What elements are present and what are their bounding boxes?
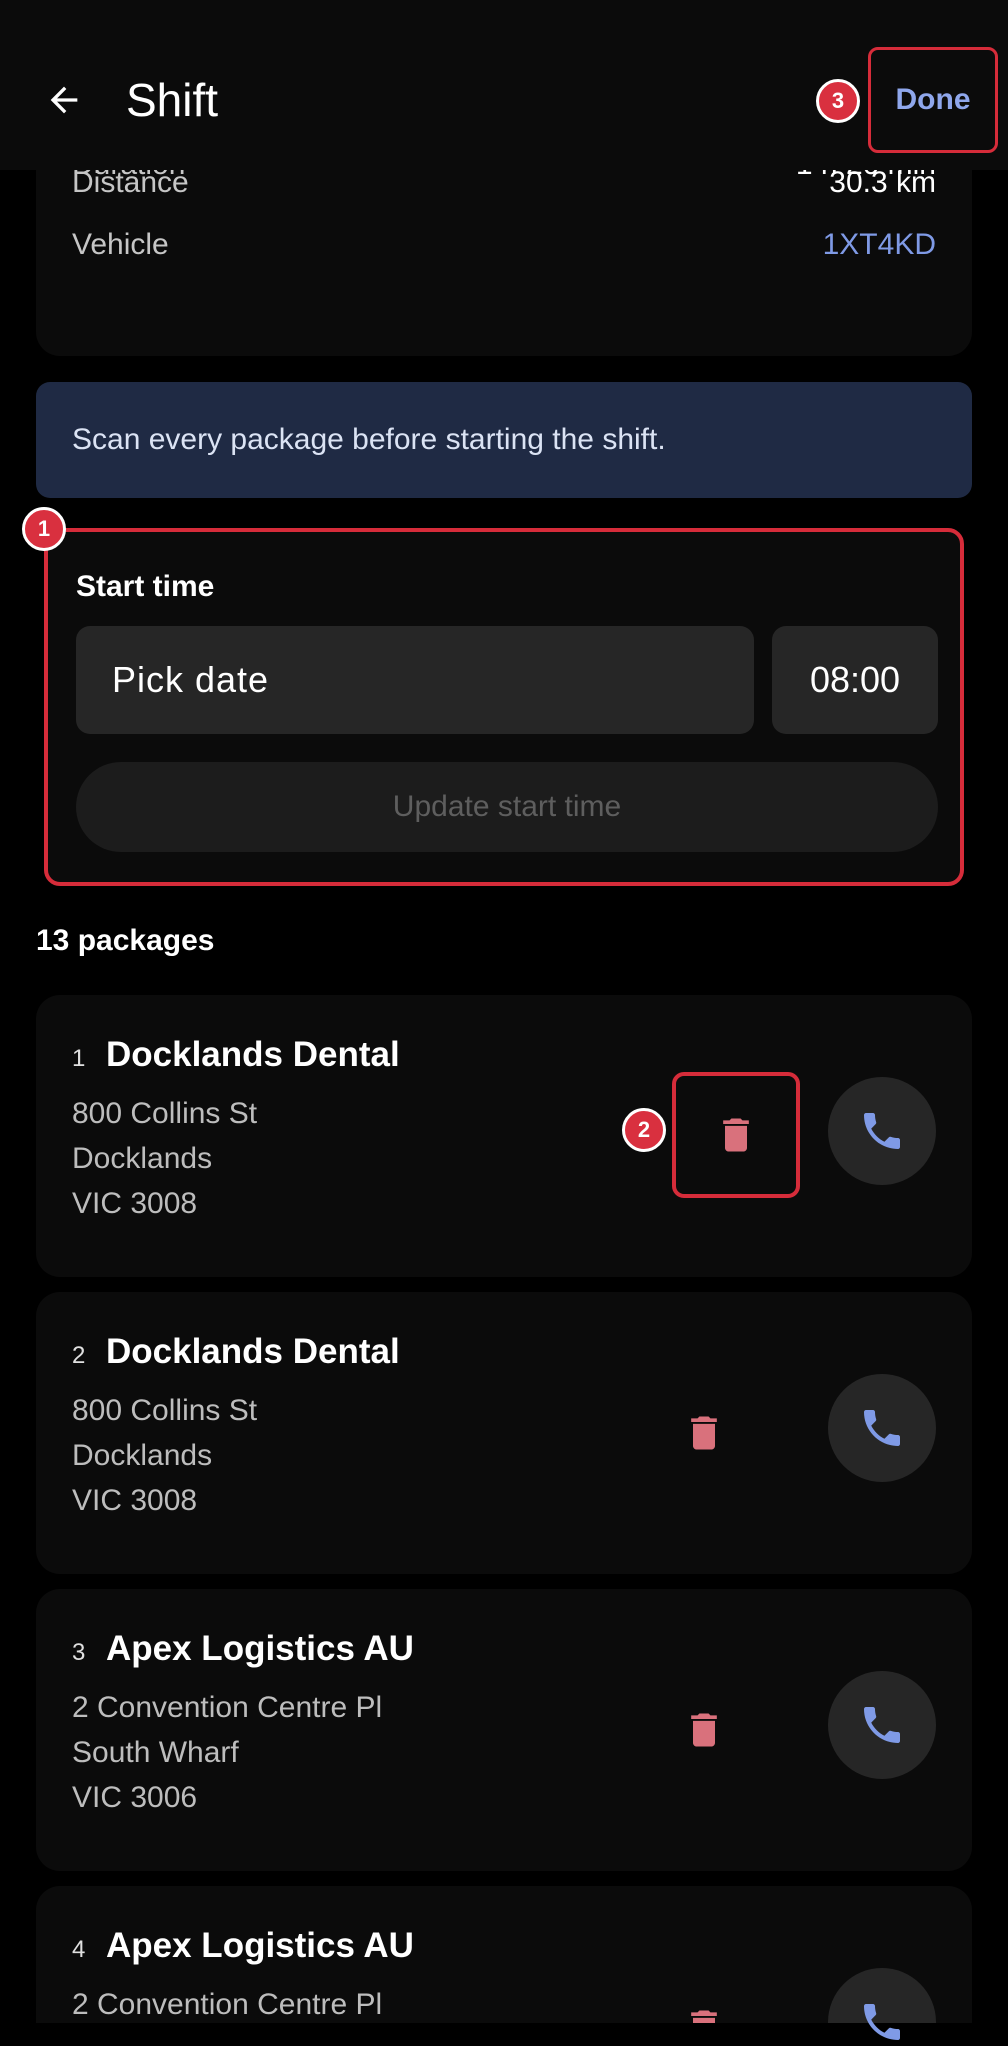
delete-package-button[interactable]: [672, 1072, 800, 1198]
delete-package-button[interactable]: [676, 1695, 732, 1765]
package-card[interactable]: 2 Docklands Dental 800 Collins St Dockla…: [36, 1292, 972, 1574]
package-number: 4: [72, 1936, 86, 1963]
phone-icon: [864, 1410, 900, 1446]
package-name: Docklands Dental: [106, 1035, 400, 1074]
package-number: 2: [72, 1342, 86, 1369]
package-street: 2 Convention Centre Pl: [72, 1691, 383, 1724]
vehicle-link[interactable]: 1XT4KD: [823, 228, 936, 262]
delete-package-button[interactable]: [676, 1992, 732, 2023]
package-card[interactable]: 4 Apex Logistics AU 2 Convention Centre …: [36, 1886, 972, 2040]
package-suburb: South Wharf: [72, 1736, 239, 1769]
package-card[interactable]: 1 Docklands Dental 800 Collins St Dockla…: [36, 995, 972, 1277]
done-button[interactable]: Done: [868, 47, 998, 153]
update-start-time-button[interactable]: Update start time: [76, 762, 938, 852]
package-card[interactable]: 3 Apex Logistics AU 2 Convention Centre …: [36, 1589, 972, 1871]
app-bar: Shift Done: [0, 0, 1008, 170]
package-street: 800 Collins St: [72, 1394, 258, 1427]
trash-icon: [691, 1416, 717, 1450]
start-time-section: Start time Pick date 08:00 Update start …: [44, 528, 964, 886]
annotation-marker-3: 3: [816, 79, 860, 123]
summary-value: 30.3 km: [829, 166, 936, 199]
back-button[interactable]: [32, 68, 96, 132]
call-button[interactable]: [828, 1968, 936, 2040]
call-button[interactable]: [828, 1077, 936, 1185]
package-count: 13 packages: [36, 924, 215, 957]
call-button[interactable]: [828, 1374, 936, 1482]
summary-row-distance: Distance 30.3 km: [72, 166, 936, 200]
package-name: Apex Logistics AU: [106, 1629, 414, 1668]
info-banner-text: Scan every package before starting the s…: [72, 423, 666, 456]
summary-label: Vehicle: [72, 228, 169, 261]
info-banner: Scan every package before starting the s…: [36, 382, 972, 498]
page-title: Shift: [126, 74, 219, 126]
arrow-left-icon: [50, 86, 78, 114]
summary-label: Distance: [72, 166, 189, 199]
call-button[interactable]: [828, 1671, 936, 1779]
trash-icon: [691, 1713, 717, 1747]
package-state: VIC 3006: [72, 1781, 198, 1814]
annotation-marker-1: 1: [22, 507, 66, 551]
start-time-label: Start time: [76, 570, 215, 603]
summary-row-vehicle: Vehicle 1XT4KD: [72, 228, 936, 262]
time-picker-value: 08:00: [809, 659, 901, 700]
trash-icon: [691, 2010, 717, 2023]
package-name: Docklands Dental: [106, 1332, 400, 1371]
package-name: Apex Logistics AU: [106, 1926, 414, 1965]
phone-icon: [864, 2004, 900, 2040]
phone-icon: [864, 1113, 900, 1149]
package-street: 800 Collins St: [72, 1097, 258, 1130]
annotation-marker-2: 2: [622, 1108, 666, 1152]
time-picker-field[interactable]: 08:00: [772, 626, 938, 734]
delete-package-button[interactable]: [676, 1398, 732, 1468]
package-suburb: Docklands: [72, 1439, 213, 1472]
package-number: 1: [72, 1045, 86, 1072]
phone-icon: [864, 1707, 900, 1743]
update-start-time-label: Update start time: [392, 790, 622, 823]
package-street: 2 Convention Centre Pl: [72, 1988, 383, 2021]
trash-icon: [723, 1118, 749, 1152]
package-number: 3: [72, 1639, 86, 1666]
package-state: VIC 3008: [72, 1484, 198, 1517]
package-suburb: Docklands: [72, 1142, 213, 1175]
date-picker-value: Pick date: [112, 659, 270, 700]
package-state: VIC 3008: [72, 1187, 198, 1220]
done-label: Done: [895, 83, 971, 116]
date-picker-field[interactable]: Pick date: [76, 626, 754, 734]
